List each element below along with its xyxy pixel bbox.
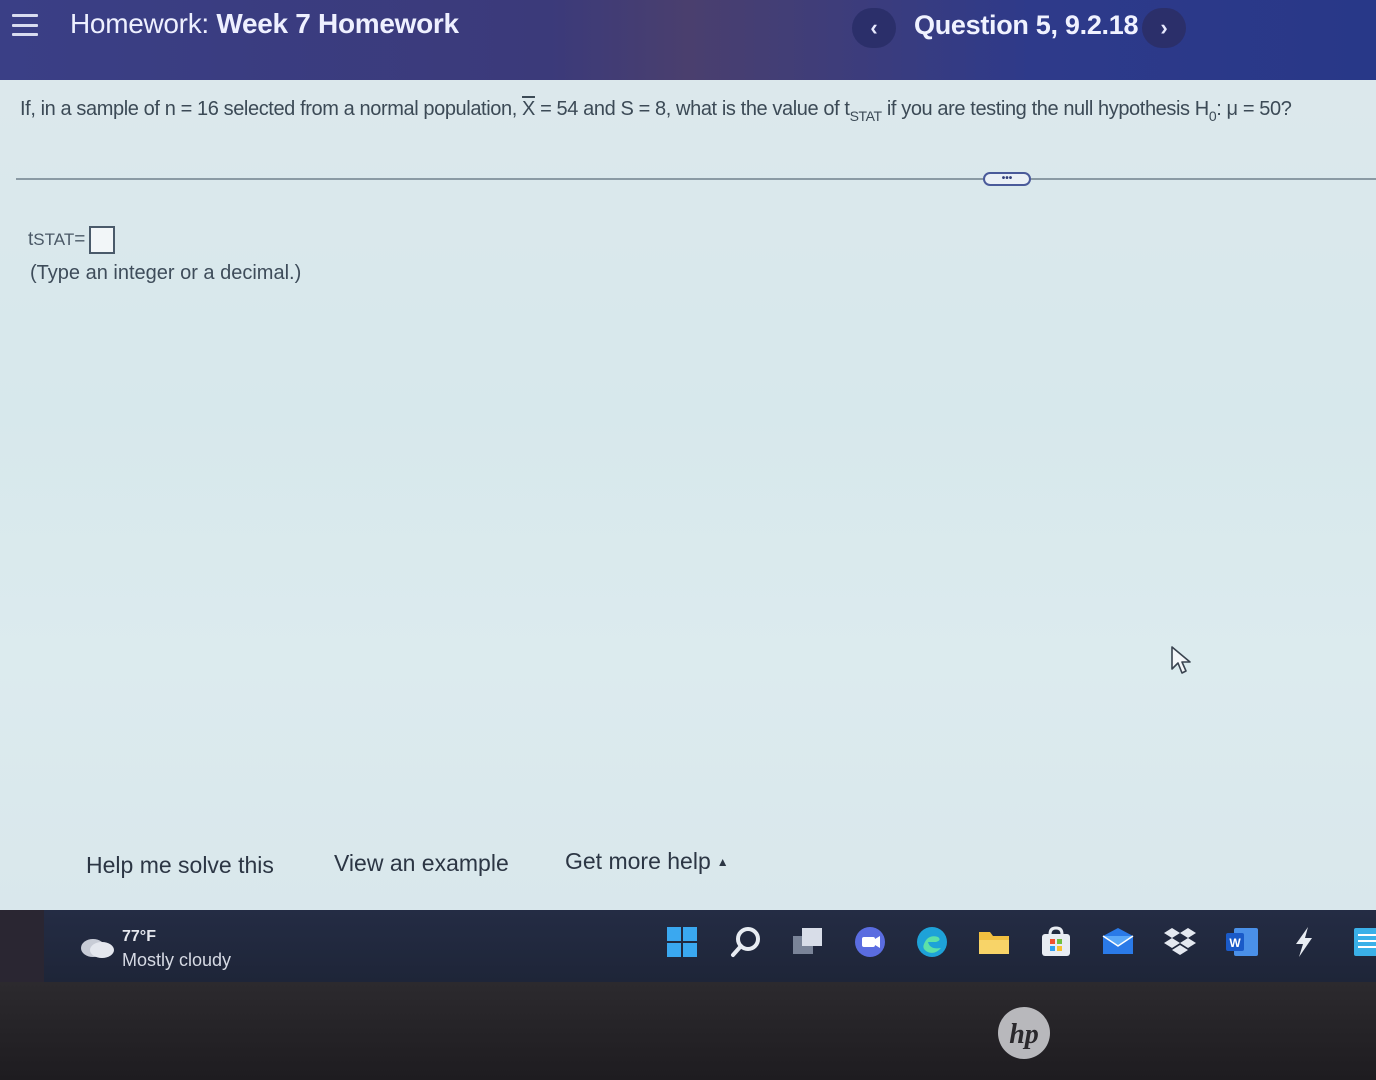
- dropbox-icon[interactable]: [1162, 924, 1198, 960]
- expand-button[interactable]: •••: [983, 172, 1031, 186]
- weather-description[interactable]: Mostly cloudy: [122, 950, 231, 971]
- answer-input[interactable]: [89, 226, 116, 254]
- cloud-icon[interactable]: [78, 932, 116, 960]
- notes-icon[interactable]: [1348, 924, 1376, 960]
- question-label: Question 5, 9.2.18: [914, 10, 1139, 40]
- svg-text:hp: hp: [1009, 1019, 1039, 1050]
- tstat-subscript: STAT: [849, 108, 883, 124]
- file-explorer-icon[interactable]: [976, 924, 1012, 960]
- homework-title-prefix: Homework:: [70, 8, 209, 39]
- search-icon[interactable]: [728, 924, 764, 960]
- question-text-part: = 54 and S = 8, what is the value of t: [534, 98, 850, 120]
- question-text: If, in a sample of n = 16 selected from …: [20, 98, 1292, 124]
- equals-sign: =: [74, 229, 86, 250]
- start-icon[interactable]: [664, 924, 700, 960]
- edge-icon[interactable]: [914, 924, 950, 960]
- xbar-symbol: X: [522, 98, 535, 120]
- app-icon[interactable]: [1286, 924, 1322, 960]
- homework-title: Homework: Week 7 Homework: [70, 8, 459, 40]
- mouse-cursor-icon: [1171, 646, 1191, 674]
- laptop-bezel: hp: [0, 982, 1376, 1080]
- get-more-help-label: Get more help: [565, 848, 711, 874]
- chat-icon[interactable]: [852, 924, 888, 960]
- store-icon[interactable]: [1038, 924, 1074, 960]
- question-text-part: if you are testing the null hypothesis H: [881, 98, 1209, 120]
- question-text-part: If, in a sample of n = 16 selected from …: [20, 98, 523, 120]
- answer-hint: (Type an integer or a decimal.): [30, 262, 302, 284]
- view-example-button[interactable]: View an example: [334, 850, 509, 877]
- answer-row: t STAT =: [28, 226, 116, 254]
- task-view-icon[interactable]: [790, 924, 826, 960]
- caret-up-icon: ▲: [716, 855, 729, 869]
- help-me-solve-button[interactable]: Help me solve this: [86, 852, 274, 879]
- tstat-label-subscript: STAT: [33, 230, 75, 249]
- next-question-button[interactable]: ›: [1142, 8, 1186, 48]
- help-bar: Help me solve this View an example Get m…: [0, 840, 1376, 910]
- svg-text:W: W: [1229, 936, 1241, 950]
- screen-edge: [0, 910, 44, 982]
- homework-title-name: Week 7 Homework: [216, 8, 459, 39]
- get-more-help-button[interactable]: Get more help ▲: [565, 848, 729, 875]
- word-icon[interactable]: W: [1224, 924, 1260, 960]
- hp-logo: hp: [998, 1007, 1050, 1059]
- mail-icon[interactable]: [1100, 924, 1136, 960]
- weather-temperature[interactable]: 77°F: [122, 928, 156, 946]
- question-content: If, in a sample of n = 16 selected from …: [0, 80, 1376, 910]
- previous-question-button[interactable]: ‹: [852, 8, 896, 48]
- menu-icon[interactable]: [12, 12, 38, 38]
- question-text-part: : μ = 50?: [1216, 98, 1292, 120]
- header-bar: Homework: Week 7 Homework ‹ Question 5, …: [0, 0, 1376, 80]
- taskbar: 77°F Mostly cloudy W: [44, 910, 1376, 982]
- divider: [16, 178, 1376, 180]
